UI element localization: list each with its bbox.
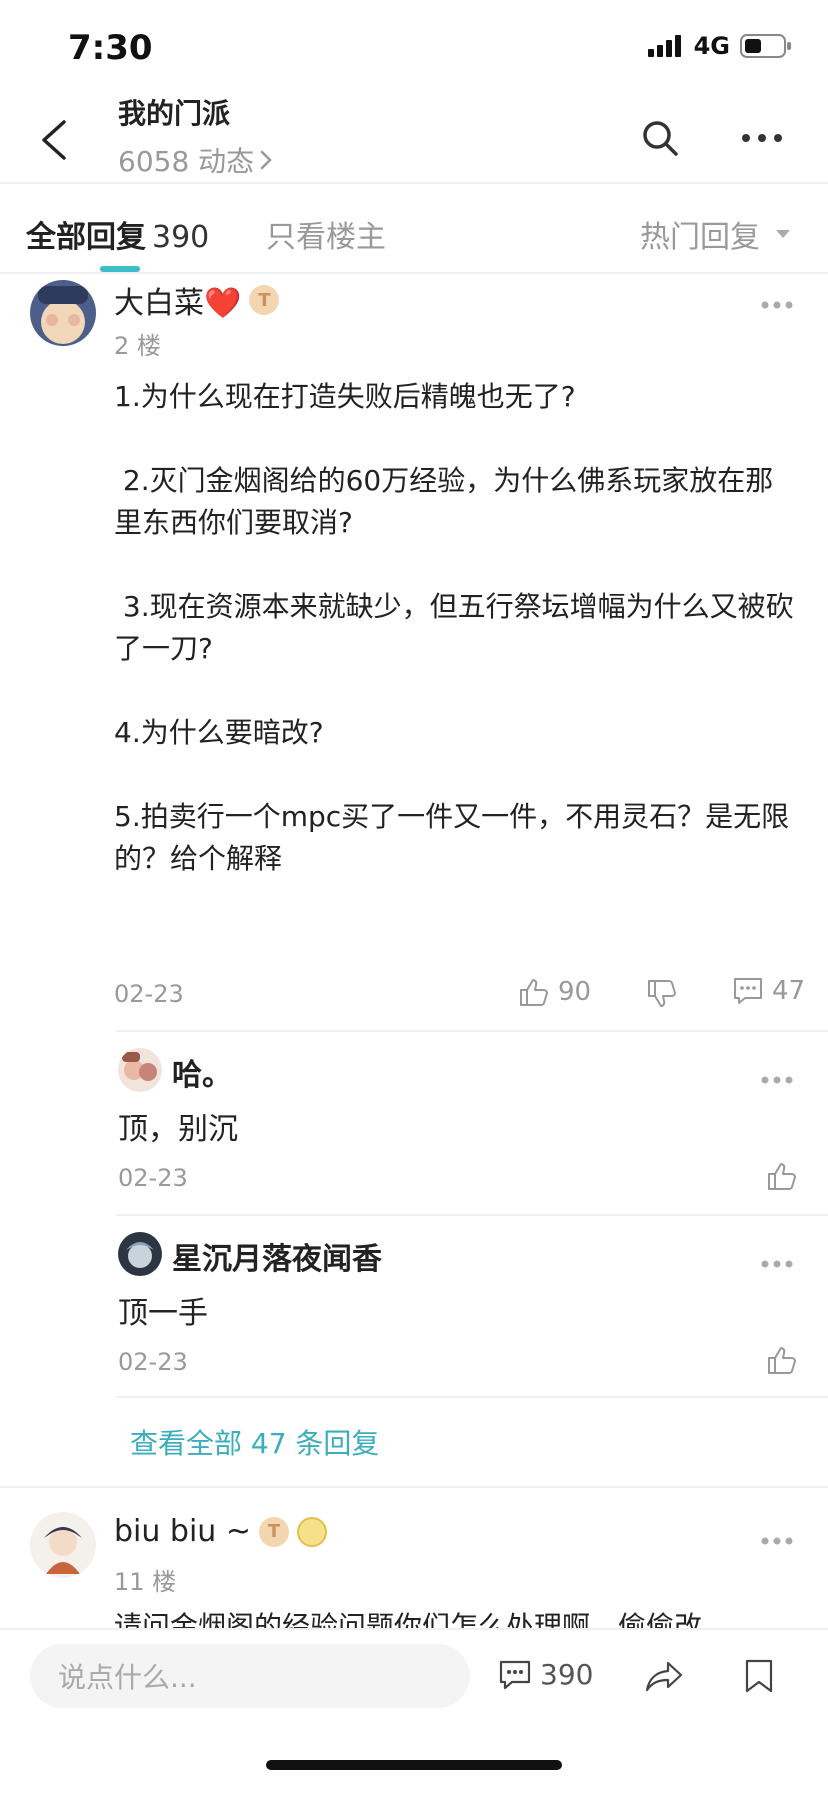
- avatar-image: [118, 1232, 162, 1276]
- dropdown-icon: [776, 230, 790, 238]
- avatar-image: [30, 280, 96, 346]
- reply-more-icon[interactable]: [760, 1259, 794, 1269]
- post-paragraph: 3.现在资源本来就缺少，但五行祭坛增幅为什么又被砍了一刀?: [114, 590, 794, 665]
- tab-all-label: 全部回复: [26, 220, 146, 255]
- reply-text: 顶，别沉: [118, 1112, 238, 1147]
- character-badge-icon: [297, 1516, 327, 1547]
- level-badge-icon: T: [249, 285, 280, 315]
- battery-icon: [740, 34, 791, 58]
- reply-username[interactable]: 星沉月落夜闻香: [172, 1234, 382, 1278]
- view-all-replies-link[interactable]: 查看全部 47 条回复: [130, 1422, 379, 1462]
- avatar-image: [30, 1512, 96, 1578]
- reply-text: 顶一手: [118, 1296, 208, 1331]
- post-content: 1.为什么现在打造失败后精魄也无了? 2.灭门金烟阁给的60万经验，为什么佛系玩…: [114, 376, 794, 922]
- status-time: 7:30: [68, 28, 153, 68]
- divider: [0, 182, 828, 184]
- page-title: 我的门派: [118, 97, 231, 130]
- share-icon[interactable]: [644, 1660, 684, 1694]
- signal-icon: [647, 35, 681, 57]
- reply-date: 02-23: [118, 1164, 188, 1192]
- sort-label: 热门回复: [640, 220, 760, 255]
- home-indicator: [266, 1760, 562, 1770]
- feed-count-link[interactable]: 6058 动态: [118, 140, 274, 180]
- tab-all-replies[interactable]: 全部回复 390: [26, 212, 209, 256]
- tab-owner-only[interactable]: 只看楼主: [266, 212, 386, 256]
- total-comment-count: 390: [540, 1658, 594, 1691]
- post-preview: 请问金烟阁的经验问题你们怎么处理啊，偷偷改: [114, 1610, 703, 1628]
- status-indicators: 4G: [647, 32, 792, 60]
- reply-avatar[interactable]: [118, 1232, 162, 1276]
- post-floor: 2 楼: [114, 332, 161, 360]
- more-icon[interactable]: [740, 126, 784, 150]
- bookmark-icon[interactable]: [744, 1658, 774, 1694]
- feed-count: 6058 动态: [118, 145, 255, 178]
- comment-icon: [499, 1660, 531, 1689]
- post-author[interactable]: biu biu ~ T: [114, 1514, 327, 1549]
- thumb-up-icon[interactable]: [766, 1160, 798, 1192]
- avatar-image: [118, 1048, 162, 1092]
- post-paragraph: 1.为什么现在打造失败后精魄也无了?: [114, 380, 576, 413]
- divider: [0, 1486, 828, 1488]
- post-floor: 11 楼: [114, 1568, 177, 1596]
- tab-all-count: 390: [152, 220, 210, 255]
- post-username: 大白菜❤️: [114, 286, 242, 321]
- post-paragraph: 5.拍卖行一个mpc买了一件又一件，不用灵石？是无限的？给个解释: [114, 800, 790, 875]
- post-paragraph: 4.为什么要暗改?: [114, 716, 324, 749]
- avatar[interactable]: [30, 1512, 96, 1578]
- like-count: 90: [558, 977, 592, 1007]
- post-username: biu biu ~: [114, 1514, 251, 1549]
- comment-input[interactable]: 说点什么...: [30, 1644, 470, 1708]
- like-button[interactable]: 90: [518, 976, 591, 1008]
- post-more-icon[interactable]: [760, 1536, 794, 1546]
- back-icon[interactable]: [36, 118, 76, 162]
- post-date: 02-23: [114, 980, 184, 1008]
- comments-button[interactable]: 390: [498, 1658, 593, 1691]
- sort-dropdown[interactable]: 热门回复: [640, 212, 792, 256]
- divider: [116, 1214, 828, 1216]
- comment-icon: [734, 978, 762, 1004]
- divider: [0, 272, 828, 274]
- reply-more-icon[interactable]: [760, 1075, 794, 1085]
- post-more-icon[interactable]: [760, 300, 794, 310]
- divider: [116, 1030, 828, 1032]
- reply-avatar[interactable]: [118, 1048, 162, 1092]
- comment-count: 47: [772, 976, 806, 1006]
- post-author[interactable]: 大白菜❤️ T: [114, 278, 280, 322]
- reply-username[interactable]: 哈。: [172, 1050, 232, 1094]
- level-badge-icon: T: [259, 1516, 289, 1547]
- network-type: 4G: [693, 32, 730, 60]
- post-preview-clip: 请问金烟阁的经验问题你们怎么处理啊，偷偷改: [114, 1610, 794, 1628]
- chevron-right-icon: [260, 150, 272, 170]
- comment-button[interactable]: 47: [732, 976, 805, 1006]
- post-paragraph: 2.灭门金烟阁给的60万经验，为什么佛系玩家放在那里东西你们要取消?: [114, 464, 774, 539]
- thumb-up-icon[interactable]: [766, 1344, 798, 1376]
- search-icon[interactable]: [640, 118, 680, 158]
- divider: [116, 1396, 828, 1398]
- thumb-up-icon: [520, 979, 548, 1006]
- reply-date: 02-23: [118, 1348, 188, 1376]
- avatar[interactable]: [30, 280, 96, 346]
- thumb-down-icon[interactable]: [646, 978, 678, 1010]
